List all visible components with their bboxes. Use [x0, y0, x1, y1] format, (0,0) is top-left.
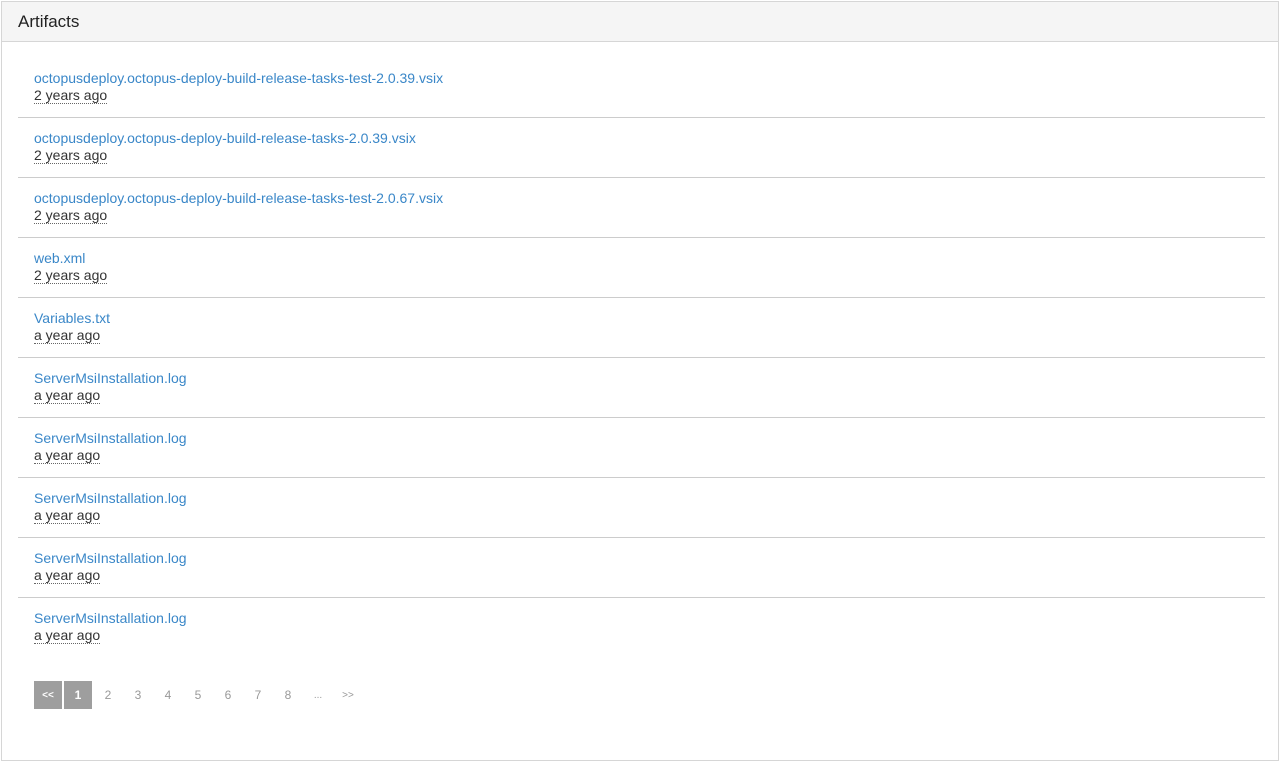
pagination: << 1 2 3 4 5 6 7 8 ... >> — [34, 681, 362, 709]
page-4-button[interactable]: 4 — [154, 681, 182, 709]
page-6-button[interactable]: 6 — [214, 681, 242, 709]
page-7-button[interactable]: 7 — [244, 681, 272, 709]
artifact-item: ServerMsiInstallation.log a year ago — [18, 538, 1265, 598]
artifact-link[interactable]: octopusdeploy.octopus-deploy-build-relea… — [34, 130, 1265, 147]
artifact-item: Variables.txt a year ago — [18, 298, 1265, 358]
artifact-list: octopusdeploy.octopus-deploy-build-relea… — [18, 58, 1265, 658]
artifact-timestamp: a year ago — [34, 387, 101, 404]
artifact-link[interactable]: ServerMsiInstallation.log — [34, 550, 1265, 567]
artifact-timestamp: 2 years ago — [34, 87, 108, 104]
artifact-link[interactable]: ServerMsiInstallation.log — [34, 610, 1265, 627]
artifact-item: ServerMsiInstallation.log a year ago — [18, 478, 1265, 538]
panel-header: Artifacts — [2, 2, 1278, 42]
artifact-item: octopusdeploy.octopus-deploy-build-relea… — [18, 118, 1265, 178]
page-2-button[interactable]: 2 — [94, 681, 122, 709]
page-8-button[interactable]: 8 — [274, 681, 302, 709]
artifact-timestamp: a year ago — [34, 627, 101, 644]
panel-title: Artifacts — [18, 11, 80, 31]
page-3-button[interactable]: 3 — [124, 681, 152, 709]
artifact-item: ServerMsiInstallation.log a year ago — [18, 418, 1265, 478]
artifact-timestamp: a year ago — [34, 447, 101, 464]
artifact-timestamp: a year ago — [34, 507, 101, 524]
page-5-button[interactable]: 5 — [184, 681, 212, 709]
first-page-button[interactable]: << — [34, 681, 62, 709]
artifact-item: octopusdeploy.octopus-deploy-build-relea… — [18, 178, 1265, 238]
artifact-item: ServerMsiInstallation.log a year ago — [18, 358, 1265, 418]
artifact-link[interactable]: ServerMsiInstallation.log — [34, 430, 1265, 447]
artifact-timestamp: 2 years ago — [34, 207, 108, 224]
artifact-link[interactable]: web.xml — [34, 250, 1265, 267]
artifact-link[interactable]: Variables.txt — [34, 310, 1265, 327]
artifact-timestamp: 2 years ago — [34, 267, 108, 284]
artifact-item: web.xml 2 years ago — [18, 238, 1265, 298]
artifact-timestamp: a year ago — [34, 327, 101, 344]
artifact-timestamp: a year ago — [34, 567, 101, 584]
artifact-link[interactable]: octopusdeploy.octopus-deploy-build-relea… — [34, 70, 1265, 87]
page-1-button[interactable]: 1 — [64, 681, 92, 709]
artifact-link[interactable]: ServerMsiInstallation.log — [34, 370, 1265, 387]
artifacts-panel: Artifacts octopusdeploy.octopus-deploy-b… — [1, 1, 1279, 761]
artifact-link[interactable]: ServerMsiInstallation.log — [34, 490, 1265, 507]
artifact-link[interactable]: octopusdeploy.octopus-deploy-build-relea… — [34, 190, 1265, 207]
pagination-ellipsis: ... — [313, 689, 323, 701]
artifact-item: octopusdeploy.octopus-deploy-build-relea… — [18, 58, 1265, 118]
next-page-button[interactable]: >> — [334, 681, 362, 709]
artifact-timestamp: 2 years ago — [34, 147, 108, 164]
artifact-item: ServerMsiInstallation.log a year ago — [18, 598, 1265, 658]
